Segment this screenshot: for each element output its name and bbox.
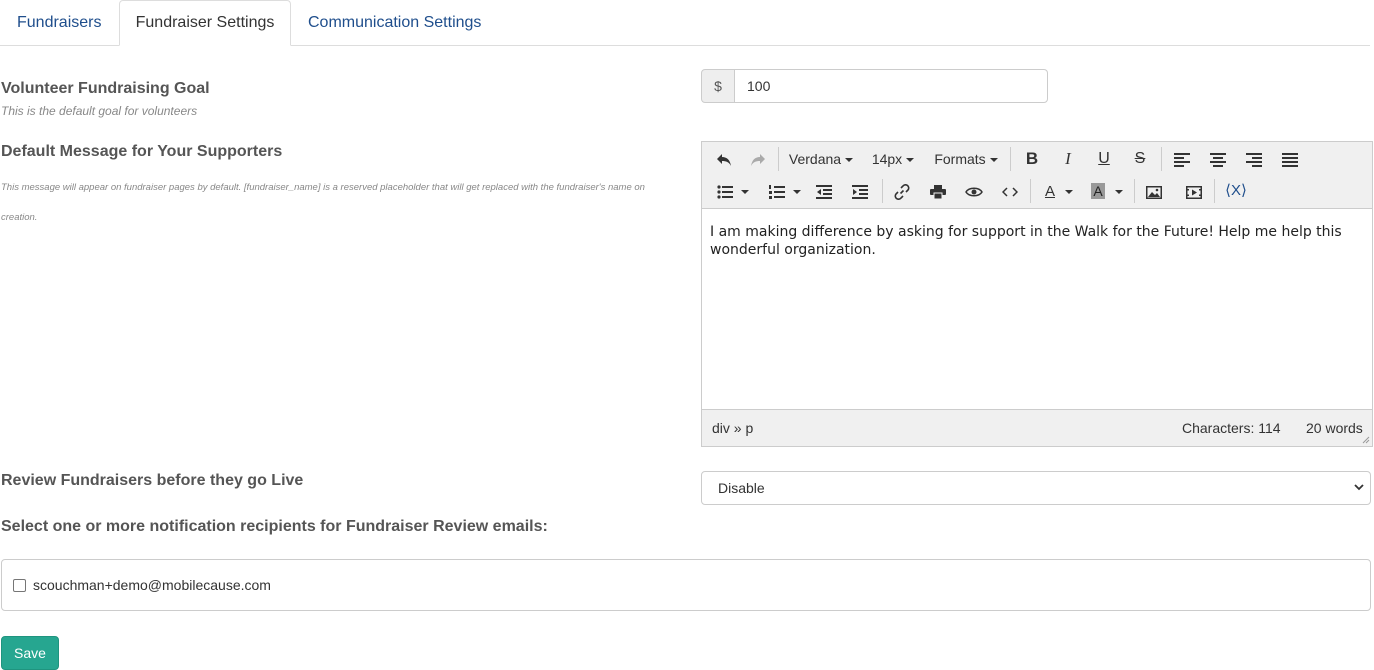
recipient-checkbox[interactable] [13,579,26,592]
editor-toolbar: Verdana 14px Formats B I U S A A ⟨X⟩ [702,142,1372,209]
editor-paragraph: I am making difference by asking for sup… [710,224,1342,258]
outdent-icon[interactable] [810,177,838,205]
media-icon[interactable] [1180,177,1208,205]
word-count: 20 words [1306,420,1363,436]
formats-label: Formats [934,151,986,167]
formats-dropdown[interactable]: Formats [932,145,1000,173]
text-color-icon[interactable]: A [1036,177,1082,205]
editor-statusbar: div » p Characters: 114 20 words [702,409,1372,446]
link-icon[interactable] [888,177,916,205]
print-icon[interactable] [924,177,952,205]
image-icon[interactable] [1140,177,1168,205]
code-icon[interactable] [996,177,1024,205]
currency-addon: $ [701,69,735,103]
undo-icon[interactable] [710,145,738,173]
recipient-email[interactable]: scouchman+demo@mobilecause.com [33,560,271,610]
italic-icon[interactable]: I [1054,145,1082,173]
align-center-icon[interactable] [1204,145,1232,173]
message-help-text: This message will appear on fundraiser p… [1,182,645,223]
character-count: Characters: 114 [1182,420,1281,436]
background-color-icon[interactable]: A [1084,177,1130,205]
redo-icon[interactable] [744,145,772,173]
recipients-label: Select one or more notification recipien… [1,518,548,535]
editor-content-area[interactable]: I am making difference by asking for sup… [702,209,1372,409]
chevron-down-icon [989,158,998,163]
preview-icon[interactable] [960,177,988,205]
font-family-value: Verdana [788,151,842,167]
font-size-dropdown[interactable]: 14px [868,145,918,173]
review-select-value: Disable [718,480,765,496]
review-select[interactable]: Disable [701,471,1371,505]
recipients-list: scouchman+demo@mobilecause.com [1,559,1371,611]
chevron-down-icon [845,158,854,163]
strikethrough-icon[interactable]: S [1126,145,1154,173]
align-left-icon[interactable] [1168,145,1196,173]
goal-input[interactable]: 100 [734,69,1048,103]
message-label: Default Message for Your Supporters [1,143,283,160]
tab-bar: Fundraisers Fundraiser Settings Communic… [0,0,1370,46]
chevron-down-icon [1065,190,1073,195]
numbered-list-icon[interactable] [762,177,808,205]
chevron-down-icon [793,190,801,195]
goal-help-text: This is the default goal for volunteers [1,104,198,118]
resize-handle-icon[interactable] [1362,436,1370,444]
tab-communication-settings[interactable]: Communication Settings [308,1,481,44]
element-path[interactable]: div » p [712,410,753,446]
tab-fundraiser-settings[interactable]: Fundraiser Settings [119,0,291,46]
review-label: Review Fundraisers before they go Live [1,472,304,489]
indent-icon[interactable] [846,177,874,205]
goal-label: Volunteer Fundraising Goal [1,80,210,97]
bold-icon[interactable]: B [1018,145,1046,173]
align-right-icon[interactable] [1240,145,1268,173]
underline-icon[interactable]: U [1090,145,1118,173]
chevron-down-icon [741,190,749,195]
variable-icon[interactable]: ⟨X⟩ [1222,177,1250,205]
save-button[interactable]: Save [1,636,59,670]
tab-fundraisers[interactable]: Fundraisers [17,1,101,44]
align-justify-icon[interactable] [1276,145,1304,173]
font-size-value: 14px [871,151,903,167]
bullet-list-icon[interactable] [710,177,756,205]
chevron-down-icon [906,158,915,163]
chevron-down-icon [1354,484,1364,491]
chevron-down-icon [1114,190,1123,195]
rich-text-editor: Verdana 14px Formats B I U S A A ⟨X⟩ I a… [701,141,1373,447]
font-family-dropdown[interactable]: Verdana [786,145,856,173]
